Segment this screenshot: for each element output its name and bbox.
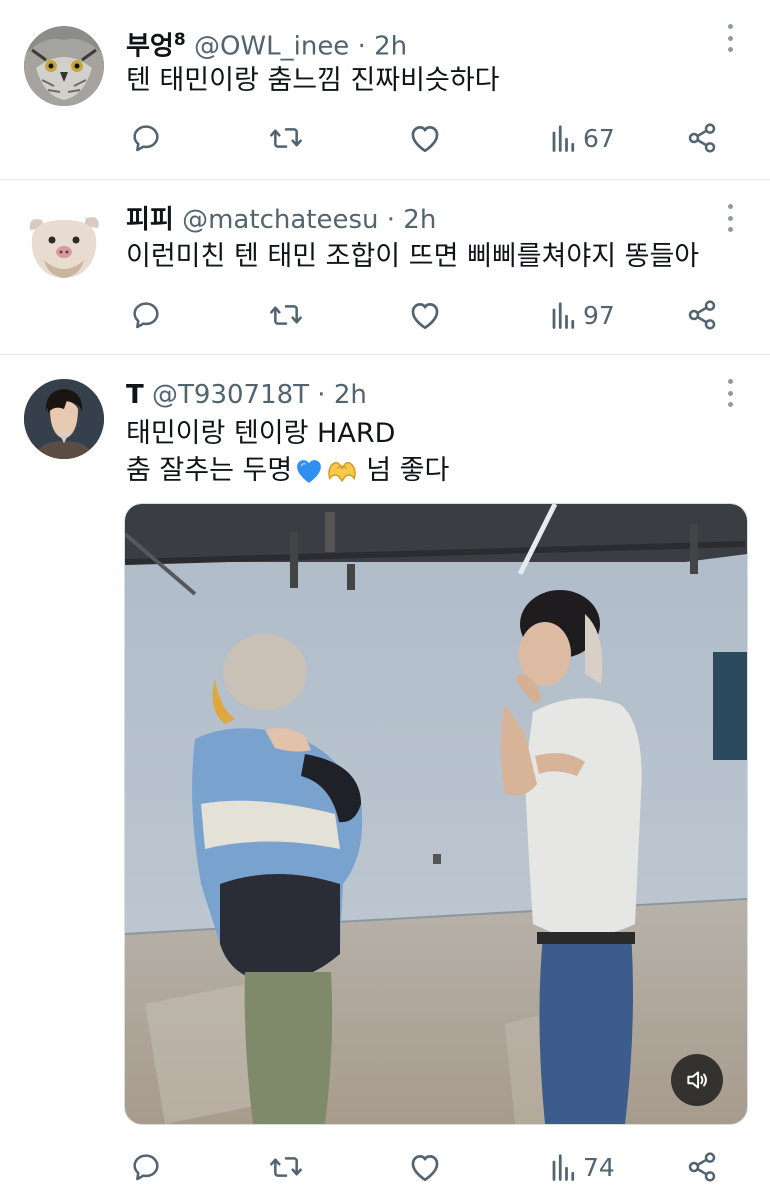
tweet-text-line-2: 춤 잘추는 두명 넘 좋다	[126, 452, 449, 489]
share-button[interactable]	[686, 118, 718, 158]
heart-hands-icon	[328, 461, 356, 482]
display-name[interactable]: T	[126, 380, 144, 410]
display-name[interactable]: 부엉	[126, 32, 174, 62]
video-player[interactable]	[124, 503, 748, 1125]
timestamp[interactable]: · 2h	[317, 380, 367, 410]
share-icon	[688, 300, 716, 330]
reply-button[interactable]	[130, 118, 162, 158]
retweet-button[interactable]	[268, 118, 304, 158]
views-chart-icon	[552, 302, 575, 329]
tweet-text: 이런미친 텐 태민 조합이 뜨면 삐삐를쳐야지 똥들아	[126, 241, 700, 272]
share-icon	[688, 123, 716, 153]
more-options-icon[interactable]	[726, 204, 734, 232]
heart-icon	[411, 303, 439, 330]
retweet-button[interactable]	[268, 1147, 304, 1187]
views-count: 74	[583, 1152, 615, 1182]
more-options-icon[interactable]	[726, 24, 734, 52]
tweet-3[interactable]: T @T930718T · 2h 태민이랑 텐이랑 HARD 춤 잘추는 두명 …	[0, 355, 770, 1200]
tweet-text-fragment: 넘 좋다	[366, 455, 450, 486]
user-handle[interactable]: @matchateesu	[182, 205, 378, 235]
action-bar: 67	[0, 118, 770, 158]
retweet-icon	[270, 1157, 302, 1177]
display-name-superscript: 8	[173, 30, 186, 50]
tweet-text: 텐 태민이랑 춤느낌 진짜비슷하다	[126, 65, 500, 96]
views-count: 67	[583, 123, 615, 153]
dance-practice-video[interactable]	[125, 504, 747, 1124]
owl-avatar[interactable]	[24, 26, 104, 106]
tweet-text-line-1: 태민이랑 텐이랑 HARD	[126, 418, 396, 449]
views-count: 97	[583, 300, 615, 330]
reply-button[interactable]	[130, 1147, 162, 1187]
retweet-icon	[270, 128, 302, 148]
views-button[interactable]: 67	[549, 118, 615, 158]
action-bar: 97	[0, 295, 770, 335]
reply-button[interactable]	[130, 295, 162, 335]
retweet-icon	[270, 305, 302, 325]
tweet-text-fragment: 춤 잘추는 두명	[126, 455, 293, 486]
timestamp[interactable]: · 2h	[387, 205, 437, 235]
reply-icon	[133, 302, 159, 329]
action-bar: 74	[0, 1147, 770, 1187]
tweet-header: 피피 @matchateesu · 2h	[126, 200, 436, 240]
tweet-header: T @T930718T · 2h	[126, 375, 367, 415]
like-button[interactable]	[408, 295, 442, 335]
views-button[interactable]: 97	[549, 295, 615, 335]
retweet-button[interactable]	[268, 295, 304, 335]
heart-icon	[411, 1155, 439, 1182]
reply-icon	[133, 125, 159, 152]
user-handle[interactable]: @OWL_inee	[194, 32, 349, 62]
cat-avatar[interactable]	[24, 202, 104, 282]
timestamp[interactable]: · 2h	[358, 32, 408, 62]
heart-icon	[411, 126, 439, 153]
mute-toggle-button[interactable]	[671, 1054, 723, 1106]
person-avatar[interactable]	[24, 379, 104, 459]
tweet-header: 부엉8 @OWL_inee · 2h	[126, 20, 407, 67]
share-icon	[688, 1152, 716, 1182]
tweet-1[interactable]: 부엉8 @OWL_inee · 2h 텐 태민이랑 춤느낌 진짜비슷하다 67	[0, 0, 770, 178]
more-options-icon[interactable]	[726, 379, 734, 407]
display-name[interactable]: 피피	[126, 205, 174, 235]
views-chart-icon	[552, 125, 575, 152]
share-button[interactable]	[686, 295, 718, 335]
like-button[interactable]	[408, 1147, 442, 1187]
share-button[interactable]	[686, 1147, 718, 1187]
blue-heart-icon	[297, 459, 322, 483]
tweet-2[interactable]: 피피 @matchateesu · 2h 이런미친 텐 태민 조합이 뜨면 삐삐…	[0, 180, 770, 354]
like-button[interactable]	[408, 118, 442, 158]
user-handle[interactable]: @T930718T	[152, 380, 309, 410]
reply-icon	[133, 1154, 159, 1181]
speaker-muted-icon	[687, 1071, 707, 1089]
views-chart-icon	[552, 1154, 575, 1181]
views-button[interactable]: 74	[549, 1147, 615, 1187]
